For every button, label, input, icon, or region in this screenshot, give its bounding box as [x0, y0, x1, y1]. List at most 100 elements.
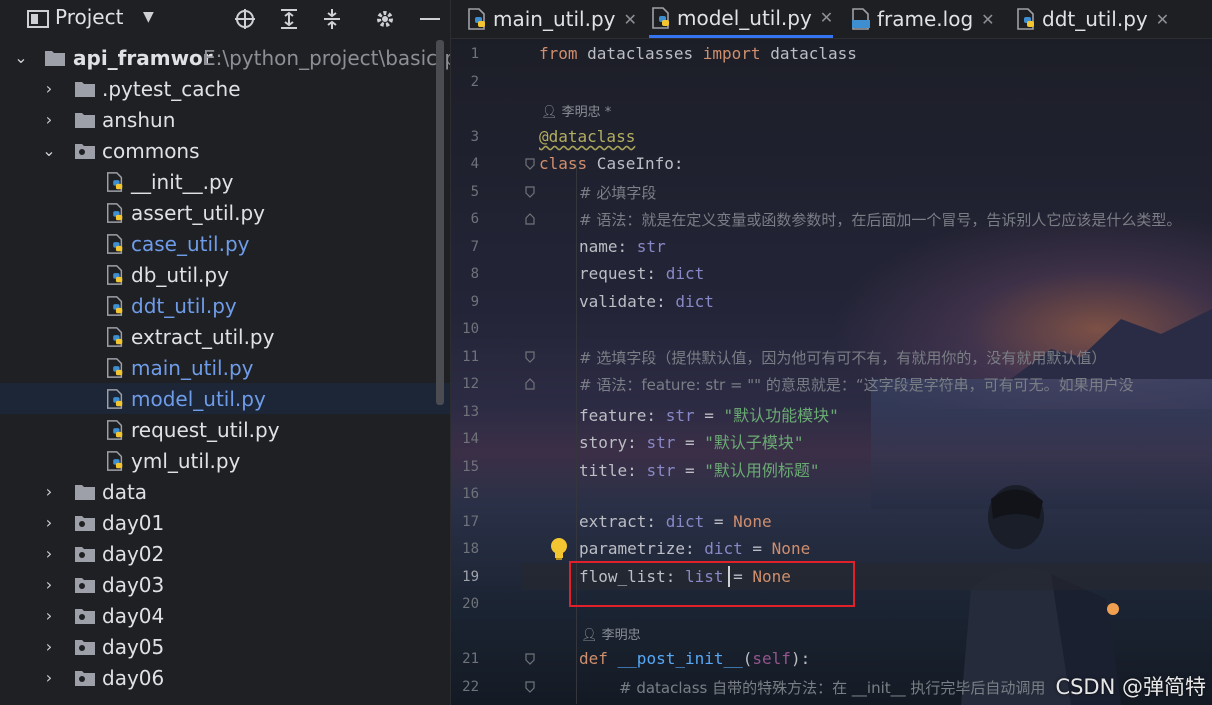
tree-item-file[interactable]: db_util.py: [0, 259, 450, 290]
author-hint[interactable]: 👤︎ 李明忠: [581, 624, 641, 643]
tab-model-util[interactable]: model_util.py ✕: [649, 0, 834, 38]
project-title[interactable]: Project: [55, 5, 123, 29]
code-line-18[interactable]: parametrize: dict = None: [579, 539, 810, 558]
chevron-right-icon[interactable]: ›: [42, 79, 56, 98]
tab-main-util[interactable]: main_util.py ✕: [465, 0, 637, 38]
code-line-11[interactable]: # 选填字段（提供默认值，因为他可有可不有，有就用你的，没有就用默认值）: [579, 347, 1106, 368]
line-number: 9: [470, 294, 479, 310]
chevron-down-icon[interactable]: ⌄: [42, 141, 56, 160]
project-view-icon[interactable]: [26, 7, 50, 31]
code-line-9[interactable]: validate: dict: [579, 292, 714, 311]
code-line-8[interactable]: request: dict: [579, 264, 704, 283]
expand-all-icon[interactable]: [277, 7, 301, 31]
chevron-right-icon[interactable]: ›: [42, 544, 56, 563]
code-line-14[interactable]: story: str = "默认子模块": [579, 429, 804, 453]
code-editor[interactable]: 1 2 3 4 5 6 7 8 9 10 11 12 13 14 15 16 1…: [451, 39, 1212, 705]
tree-item-file-selected[interactable]: model_util.py: [0, 383, 450, 414]
tree-item-package[interactable]: › day03: [0, 569, 450, 600]
tree-item-folder[interactable]: › anshun: [0, 104, 450, 135]
tree-item-package[interactable]: › day02: [0, 538, 450, 569]
fold-end-marker-icon[interactable]: [525, 213, 535, 225]
line-number-gutter[interactable]: 1 2 3 4 5 6 7 8 9 10 11 12 13 14 15 16 1…: [451, 39, 535, 705]
tree-item-label: day06: [102, 665, 165, 690]
code-line-5[interactable]: # 必填字段: [579, 182, 656, 203]
package-folder-icon: [75, 577, 95, 593]
line-number: 4: [470, 156, 479, 172]
tree-item-label: commons: [102, 138, 200, 163]
line-number: 11: [462, 349, 479, 365]
line-number: 12: [462, 376, 479, 392]
code-line-1[interactable]: from dataclasses import dataclass: [539, 44, 857, 63]
chevron-right-icon[interactable]: ›: [42, 668, 56, 687]
chevron-right-icon[interactable]: ›: [42, 513, 56, 532]
close-icon[interactable]: ✕: [1156, 10, 1169, 29]
code-line-3[interactable]: @dataclass: [539, 127, 635, 146]
tab-label: frame.log: [877, 7, 974, 31]
code-line-21[interactable]: def __post_init__(self):: [579, 649, 810, 668]
fold-marker-icon[interactable]: [525, 186, 535, 198]
code-line-13[interactable]: feature: str = "默认功能模块": [579, 402, 839, 426]
line-number: 8: [470, 266, 479, 282]
tree-item-file[interactable]: extract_util.py: [0, 321, 450, 352]
tree-item-label: ddt_util.py: [131, 293, 237, 318]
tree-item-label: case_util.py: [131, 231, 250, 256]
python-file-icon: [107, 295, 123, 316]
close-icon[interactable]: ✕: [981, 10, 994, 29]
code-line-12[interactable]: # 语法：feature: str = "" 的意思就是：“这字段是字符串，可有…: [579, 374, 1134, 395]
tree-item-file[interactable]: __init__.py: [0, 166, 450, 197]
tree-item-folder[interactable]: › data: [0, 476, 450, 507]
tree-item-file[interactable]: main_util.py: [0, 352, 450, 383]
chevron-down-icon[interactable]: ⌄: [14, 48, 28, 67]
fold-end-marker-icon[interactable]: [525, 378, 535, 390]
fold-marker-icon[interactable]: [525, 653, 535, 665]
crosshair-icon[interactable]: [233, 7, 257, 31]
tab-frame-log[interactable]: frame.log ✕: [849, 0, 995, 38]
package-folder-icon: [75, 546, 95, 562]
chevron-right-icon[interactable]: ›: [42, 482, 56, 501]
fold-marker-icon[interactable]: [525, 351, 535, 363]
python-file-icon: [652, 6, 669, 29]
tree-item-package[interactable]: › day06: [0, 662, 450, 693]
code-line-15[interactable]: title: str = "默认用例标题": [579, 457, 820, 481]
chevron-right-icon[interactable]: ›: [42, 637, 56, 656]
tree-item-package[interactable]: ⌄ commons: [0, 135, 450, 166]
tab-ddt-util[interactable]: ddt_util.py ✕: [1014, 0, 1169, 38]
line-number-current: 19: [462, 569, 479, 585]
package-folder-icon: [75, 143, 95, 159]
tree-item-package[interactable]: › day04: [0, 600, 450, 631]
line-number: 7: [470, 239, 479, 255]
tree-item-file[interactable]: request_util.py: [0, 414, 450, 445]
tree-item-package[interactable]: › day01: [0, 507, 450, 538]
code-line-17[interactable]: extract: dict = None: [579, 512, 772, 531]
line-number: 2: [470, 74, 479, 90]
minimize-icon[interactable]: [418, 7, 442, 31]
tree-item-file[interactable]: yml_util.py: [0, 445, 450, 476]
project-header: Project ▼: [0, 0, 450, 38]
close-icon[interactable]: ✕: [624, 10, 637, 29]
code-line-7[interactable]: name: str: [579, 237, 666, 256]
close-icon[interactable]: ✕: [820, 8, 833, 27]
tree-item-file[interactable]: assert_util.py: [0, 197, 450, 228]
fold-marker-icon[interactable]: [525, 158, 535, 170]
tree-item-file[interactable]: case_util.py: [0, 228, 450, 259]
chevron-right-icon[interactable]: ›: [42, 110, 56, 129]
chevron-down-icon[interactable]: ▼: [143, 9, 154, 25]
tree-item-file[interactable]: ddt_util.py: [0, 290, 450, 321]
author-hint[interactable]: 👤︎ 李明忠 *: [541, 101, 611, 120]
tree-item-folder[interactable]: › .pytest_cache: [0, 73, 450, 104]
python-file-icon: [107, 171, 123, 192]
tree-item-root[interactable]: ⌄ api_framwor E:\python_project\basic-p: [0, 42, 450, 73]
chevron-right-icon[interactable]: ›: [42, 575, 56, 594]
tree-item-package[interactable]: › day05: [0, 631, 450, 662]
code-line-6[interactable]: # 语法：就是在定义变量或函数参数时，在后面加一个冒号，告诉别人它应该是什么类型…: [579, 209, 1181, 230]
collapse-all-icon[interactable]: [320, 7, 344, 31]
code-line-22[interactable]: # dataclass 自带的特殊方法：在 __init__ 执行完毕后自动调用: [619, 677, 1045, 698]
tree-item-label: __init__.py: [131, 169, 234, 194]
chevron-right-icon[interactable]: ›: [42, 606, 56, 625]
project-scrollbar[interactable]: [436, 40, 444, 405]
fold-marker-icon[interactable]: [525, 681, 535, 693]
line-number: 18: [462, 541, 479, 557]
lightbulb-icon[interactable]: [549, 537, 569, 561]
code-line-4[interactable]: class CaseInfo:: [539, 154, 684, 173]
gear-icon[interactable]: [373, 7, 397, 31]
